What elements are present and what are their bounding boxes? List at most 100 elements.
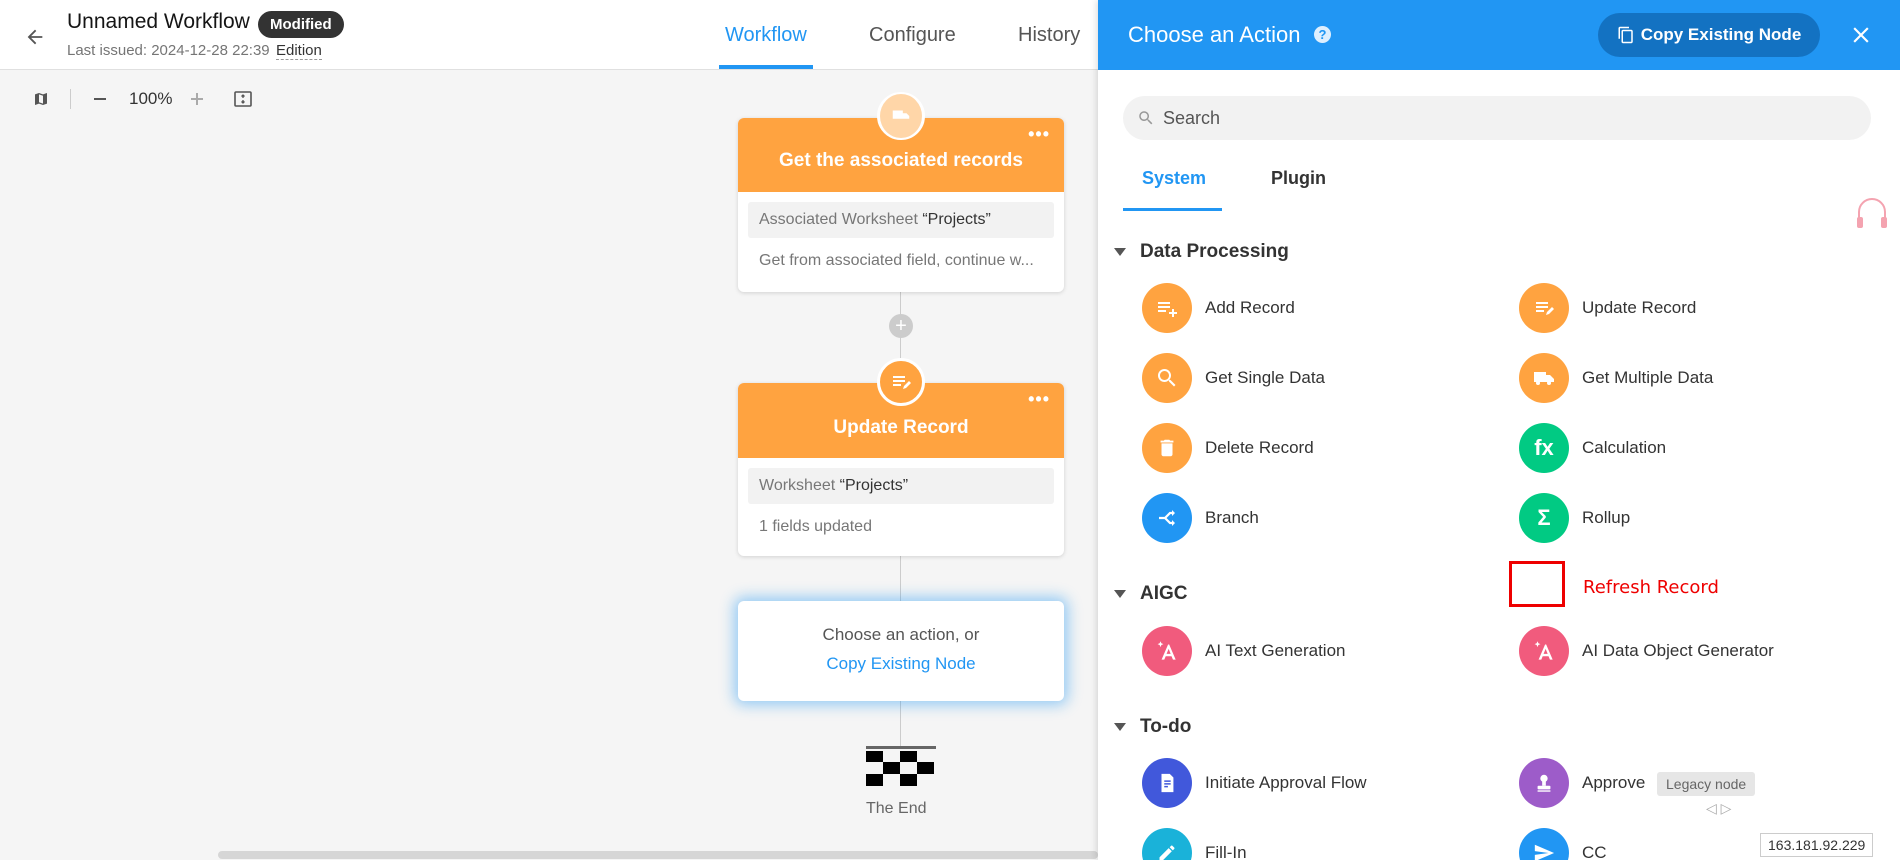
action-delete-record[interactable]: Delete Record bbox=[1142, 423, 1314, 473]
node-subtitle: Get from associated field, continue w... bbox=[759, 252, 1034, 269]
action-label: Get Single Data bbox=[1205, 368, 1326, 387]
action-get-multiple-data[interactable]: Get Multiple Data bbox=[1519, 353, 1713, 403]
action-label: Rollup bbox=[1582, 508, 1631, 527]
legacy-node-tooltip: Legacy node bbox=[1657, 772, 1756, 796]
node-title: Get the associated records bbox=[779, 150, 1023, 171]
end-label: The End bbox=[866, 800, 927, 817]
ip-address-label: 163.181.92.229 bbox=[1760, 833, 1874, 857]
connector-line bbox=[900, 700, 901, 748]
section-data-processing[interactable]: Data Processing bbox=[1114, 241, 1289, 263]
node-get-associated-records[interactable]: Get the associated records ••• Associate… bbox=[738, 118, 1064, 292]
action-update-record[interactable]: Update Record bbox=[1519, 283, 1696, 333]
update-record-icon bbox=[1519, 283, 1569, 333]
node-row-label: Associated Worksheet bbox=[759, 211, 918, 228]
action-label: Approve bbox=[1582, 773, 1646, 792]
section-todo[interactable]: To-do bbox=[1114, 716, 1191, 738]
action-label: Calculation bbox=[1582, 438, 1667, 457]
action-branch[interactable]: Branch bbox=[1142, 493, 1259, 543]
panel-header: Choose an Action ? Copy Existing Node bbox=[1098, 0, 1900, 70]
ai-sparkle-icon bbox=[1142, 626, 1192, 676]
action-label: Update Record bbox=[1582, 298, 1697, 317]
headset-icon[interactable] bbox=[1855, 196, 1889, 232]
action-ai-data-object-generator[interactable]: AI Data Object Generator bbox=[1519, 626, 1774, 676]
collapse-triangle-icon bbox=[1114, 248, 1126, 256]
tab-workflow[interactable]: Workflow bbox=[725, 24, 807, 47]
sigma-icon: Σ bbox=[1519, 493, 1569, 543]
function-icon: fx bbox=[1519, 423, 1569, 473]
action-label: AI Text Generation bbox=[1205, 641, 1346, 660]
copy-existing-node-button[interactable]: Copy Existing Node bbox=[1598, 13, 1820, 57]
edit-record-icon bbox=[877, 358, 925, 406]
node-update-record[interactable]: Update Record ••• Worksheet “Projects” 1… bbox=[738, 383, 1064, 556]
connector-line bbox=[900, 556, 901, 602]
node-row-value: “Projects” bbox=[922, 211, 991, 228]
choose-action-text: Choose an action, or bbox=[822, 625, 980, 644]
action-label: CC bbox=[1582, 843, 1607, 860]
section-aigc[interactable]: AIGC bbox=[1114, 583, 1188, 605]
search-box[interactable] bbox=[1123, 96, 1871, 140]
toolbar-divider bbox=[70, 89, 71, 109]
canvas-toolbar: 100% bbox=[30, 88, 254, 110]
action-calculation[interactable]: fx Calculation bbox=[1519, 423, 1666, 473]
action-rollup[interactable]: Σ Rollup bbox=[1519, 493, 1630, 543]
help-icon[interactable]: ? bbox=[1314, 26, 1331, 43]
map-icon[interactable] bbox=[30, 88, 52, 110]
add-record-icon bbox=[1142, 283, 1192, 333]
action-add-record[interactable]: Add Record bbox=[1142, 283, 1295, 333]
node-more-menu[interactable]: ••• bbox=[1028, 389, 1050, 410]
zoom-out-icon[interactable] bbox=[89, 88, 111, 110]
ai-sparkle-icon bbox=[1519, 626, 1569, 676]
truck-icon bbox=[1519, 353, 1569, 403]
action-label: Branch bbox=[1205, 508, 1259, 527]
action-label: Initiate Approval Flow bbox=[1205, 773, 1367, 792]
back-arrow-icon[interactable] bbox=[20, 22, 50, 52]
approval-document-icon bbox=[1142, 758, 1192, 808]
choose-action-placeholder[interactable]: Choose an action, or Copy Existing Node bbox=[738, 601, 1064, 701]
collapse-triangle-icon bbox=[1114, 590, 1126, 598]
action-approve[interactable]: Approve bbox=[1519, 758, 1645, 808]
action-label: AI Data Object Generator bbox=[1582, 641, 1774, 660]
tab-system[interactable]: System bbox=[1142, 168, 1206, 189]
zoom-in-icon[interactable] bbox=[186, 88, 208, 110]
search-input[interactable] bbox=[1163, 107, 1843, 129]
tab-history[interactable]: History bbox=[1018, 24, 1080, 47]
branch-icon bbox=[1142, 493, 1192, 543]
action-fill-in[interactable]: Fill-In bbox=[1142, 828, 1247, 860]
node-title: Update Record bbox=[833, 416, 969, 438]
action-initiate-approval-flow[interactable]: Initiate Approval Flow bbox=[1142, 758, 1367, 808]
horizontal-scrollbar[interactable] bbox=[218, 851, 1098, 859]
collapse-triangle-icon bbox=[1114, 723, 1126, 731]
copy-existing-node-link[interactable]: Copy Existing Node bbox=[738, 654, 1064, 674]
zoom-level: 100% bbox=[129, 89, 173, 108]
refresh-record-annotation: Refresh Record bbox=[1583, 577, 1719, 598]
panel-title: Choose an Action bbox=[1128, 22, 1301, 47]
choose-action-panel: Choose an Action ? Copy Existing Node Sy… bbox=[1098, 0, 1900, 860]
magnifier-icon bbox=[1142, 353, 1192, 403]
tab-configure[interactable]: Configure bbox=[869, 24, 956, 47]
close-icon[interactable] bbox=[1848, 22, 1874, 48]
pencil-icon bbox=[1142, 828, 1192, 860]
refresh-record-highlight bbox=[1509, 561, 1565, 607]
action-ai-text-generation[interactable]: AI Text Generation bbox=[1142, 626, 1346, 676]
action-get-single-data[interactable]: Get Single Data bbox=[1142, 353, 1325, 403]
section-title: Data Processing bbox=[1140, 241, 1289, 262]
stamp-icon bbox=[1519, 758, 1569, 808]
action-cc[interactable]: CC bbox=[1519, 828, 1607, 860]
edition-link[interactable]: Edition bbox=[276, 42, 322, 60]
action-label: Delete Record bbox=[1205, 438, 1314, 457]
node-detail-row: Associated Worksheet “Projects” bbox=[748, 202, 1054, 238]
copy-button-label: Copy Existing Node bbox=[1640, 25, 1802, 44]
fit-screen-icon[interactable] bbox=[232, 88, 254, 110]
node-subtitle: 1 fields updated bbox=[759, 518, 872, 535]
action-label: Get Multiple Data bbox=[1582, 368, 1714, 387]
workflow-title[interactable]: Unnamed Workflow bbox=[67, 10, 250, 34]
resize-arrows-icon: ◁ ▷ bbox=[1706, 800, 1732, 816]
action-label: Fill-In bbox=[1205, 843, 1247, 860]
tab-plugin[interactable]: Plugin bbox=[1271, 168, 1326, 189]
node-more-menu[interactable]: ••• bbox=[1028, 124, 1050, 145]
action-label: Add Record bbox=[1205, 298, 1295, 317]
add-node-button[interactable]: + bbox=[889, 314, 913, 338]
search-icon bbox=[1139, 111, 1153, 125]
active-tab-indicator bbox=[1123, 208, 1222, 211]
node-row-label: Worksheet bbox=[759, 477, 836, 494]
